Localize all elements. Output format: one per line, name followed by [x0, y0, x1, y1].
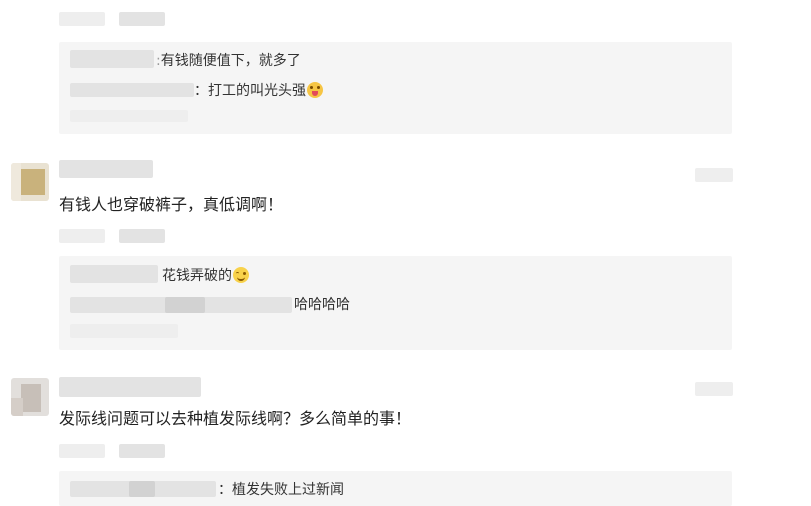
avatar[interactable]	[11, 163, 49, 201]
blurred-username[interactable]	[70, 265, 158, 283]
smile-emoji	[233, 267, 249, 283]
comment-text: 发际线问题可以去种植发际线啊？多么简单的事！	[59, 409, 412, 428]
blurred-actions	[119, 229, 165, 243]
blurred-actions	[119, 12, 165, 26]
reply-text: ：打工的叫光头强	[194, 82, 323, 100]
tongue-out-emoji	[307, 82, 323, 98]
reply-text: 花钱弄破的	[162, 267, 249, 285]
blurred-time	[695, 168, 733, 182]
blurred-timestamp	[59, 12, 105, 26]
blurred-timestamp	[59, 444, 105, 458]
comment-text: 有钱人也穿破裤子，真低调啊！	[59, 195, 284, 214]
reply-box: :有钱随便值下，就多了 ：打工的叫光头强	[59, 42, 732, 134]
blurred-meta	[70, 110, 188, 122]
avatar[interactable]	[11, 378, 49, 416]
blurred-actions	[119, 444, 165, 458]
reply-box: 花钱弄破的 哈哈哈哈	[59, 256, 732, 350]
blurred-timestamp	[59, 229, 105, 243]
reply-text: 哈哈哈哈	[294, 297, 350, 313]
blurred-username[interactable]	[70, 50, 154, 68]
blurred-username	[129, 481, 155, 497]
reply-text: ：植发失败上过新闻	[218, 482, 344, 498]
blurred-username	[165, 297, 205, 313]
blurred-username[interactable]	[59, 160, 153, 178]
blurred-username[interactable]	[59, 377, 201, 397]
reply-text: :有钱随便值下，就多了	[156, 53, 301, 69]
blurred-username[interactable]	[70, 83, 194, 97]
blurred-time	[695, 382, 733, 396]
reply-box: ：植发失败上过新闻	[59, 471, 732, 506]
blurred-meta	[70, 324, 178, 338]
